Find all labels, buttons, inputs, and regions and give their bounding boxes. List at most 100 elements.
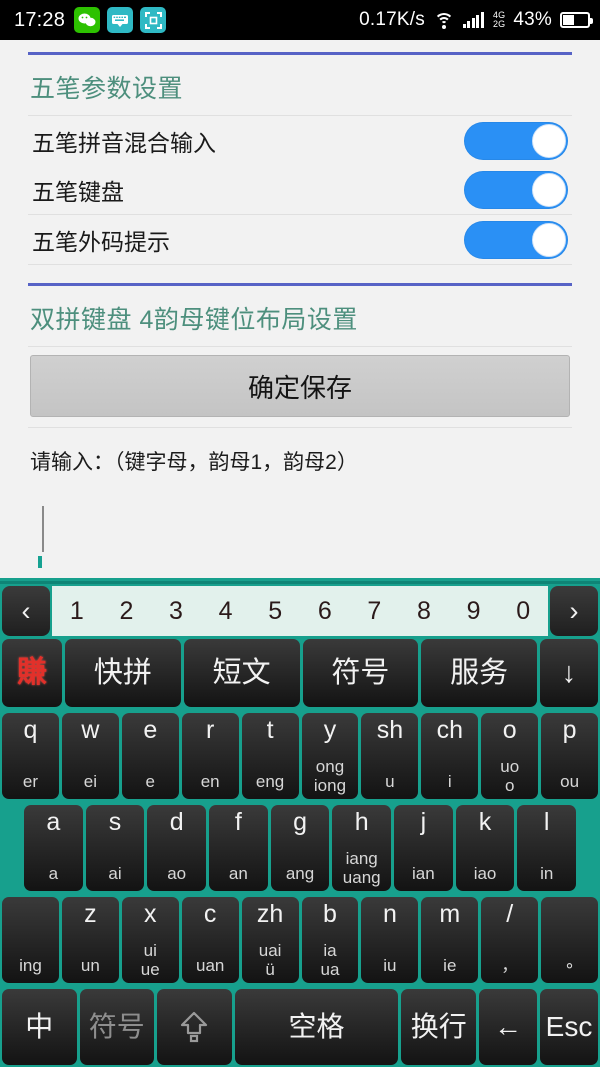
lang-key[interactable]: 中: [2, 989, 77, 1065]
key-k[interactable]: k iao: [455, 805, 515, 891]
key-main-label: a: [46, 808, 61, 836]
number-key-7[interactable]: 7: [367, 597, 381, 626]
key-main-label: z: [84, 900, 97, 928]
number-key-6[interactable]: 6: [318, 597, 332, 626]
key-m[interactable]: m ie: [421, 897, 479, 983]
key-y[interactable]: y ong iong: [301, 713, 359, 799]
space-key[interactable]: 空格: [234, 989, 399, 1065]
number-key-8[interactable]: 8: [417, 597, 431, 626]
duanwen-key[interactable]: 短文: [183, 639, 300, 707]
key-a[interactable]: aa: [24, 805, 83, 891]
app-screen: 17:28 0.17K/s 4G 2G 43% 五笔参数设置 五笔拼音混合输入 …: [0, 0, 600, 1067]
key-w[interactable]: w ei: [61, 713, 119, 799]
key-x[interactable]: x ui ue: [121, 897, 179, 983]
backspace-key[interactable]: ←: [479, 989, 537, 1065]
candidate-bar: ‹ 1 2 3 4 5 6 7 8 9 0 ›: [0, 586, 600, 636]
key-ing[interactable]: ing: [2, 897, 59, 983]
fuhao-key[interactable]: 符号: [302, 639, 419, 707]
keyboard-top-border: [0, 581, 600, 584]
row-label: 五笔键盘: [32, 178, 124, 205]
key-sub-label: e: [145, 771, 155, 791]
key-zh[interactable]: zh uai ü: [241, 897, 299, 983]
key-main-label: /: [506, 900, 514, 928]
section1-title: 五笔参数设置: [30, 75, 184, 103]
number-key-4[interactable]: 4: [219, 597, 233, 626]
key-b[interactable]: b ia ua: [301, 897, 359, 983]
key-sub-label: iao: [473, 863, 497, 883]
number-key-0[interactable]: 0: [516, 597, 530, 626]
key-label: 中: [25, 1011, 54, 1043]
key-s[interactable]: s ai: [85, 805, 145, 891]
key-sub-label: ou: [560, 771, 580, 791]
row-label: 五笔拼音混合输入: [32, 129, 216, 156]
key-e[interactable]: ee: [121, 713, 179, 799]
key-main-label: s: [108, 808, 122, 836]
save-button[interactable]: 确定保存: [30, 355, 570, 417]
key-g[interactable]: g ang: [270, 805, 330, 891]
layout-input-field[interactable]: [30, 502, 570, 568]
key-z[interactable]: z un: [61, 897, 119, 983]
key-sub-label: ang: [285, 863, 315, 883]
key-sh[interactable]: sh u: [361, 713, 419, 799]
key-main-label: sh: [376, 716, 404, 744]
key-k9[interactable]: ∘: [541, 897, 599, 983]
key-c[interactable]: c uan: [181, 897, 239, 983]
ime-logo-key[interactable]: 賺: [2, 639, 62, 707]
kuaipin-key[interactable]: 快拼: [65, 639, 181, 707]
shift-icon: [179, 1010, 209, 1044]
key-t[interactable]: t eng: [241, 713, 299, 799]
next-page-button[interactable]: ›: [550, 586, 598, 636]
status-bar: 17:28 0.17K/s 4G 2G 43%: [0, 0, 600, 40]
key-label: 符号: [88, 1011, 145, 1043]
key-l[interactable]: l in: [517, 805, 577, 891]
key-main-label: w: [81, 716, 100, 744]
key-q[interactable]: q er: [2, 713, 59, 799]
number-key-3[interactable]: 3: [169, 597, 183, 626]
key-d[interactable]: d ao: [147, 805, 207, 891]
key-p[interactable]: p ou: [541, 713, 599, 799]
setting-row-wubi-pinyin-mixed[interactable]: 五笔拼音混合输入: [0, 116, 600, 165]
cursor-anchor-handle[interactable]: [38, 556, 42, 568]
key-label: 换行: [410, 1011, 467, 1043]
enter-key[interactable]: 换行: [401, 989, 476, 1065]
number-key-5[interactable]: 5: [268, 597, 282, 626]
key-sub-label: ong iong: [313, 757, 347, 795]
setting-row-wubi-keyboard[interactable]: 五笔键盘: [0, 165, 600, 214]
setting-row-wubi-code-hint[interactable]: 五笔外码提示: [0, 215, 600, 264]
key-h[interactable]: h iang uang: [332, 805, 392, 891]
key-ch[interactable]: ch i: [421, 713, 479, 799]
prev-page-button[interactable]: ‹: [2, 586, 50, 636]
number-strip[interactable]: 1 2 3 4 5 6 7 8 9 0: [52, 586, 548, 636]
divider: [28, 346, 572, 347]
key-sub-label: iang uang: [342, 849, 381, 887]
toggle-switch[interactable]: [464, 121, 568, 160]
key-sub-label: ia ua: [320, 941, 340, 979]
wifi-icon: [433, 12, 455, 29]
signal-bars-icon: [462, 12, 484, 28]
hide-keyboard-key[interactable]: ↓: [540, 639, 598, 707]
battery-icon: [560, 12, 593, 28]
key-o[interactable]: o uo o: [481, 713, 539, 799]
key-sub-label: an: [228, 863, 248, 883]
toggle-switch[interactable]: [464, 220, 568, 259]
key-sub-label: eng: [255, 771, 285, 791]
key-k8[interactable]: /，: [481, 897, 539, 983]
input-underline: [30, 562, 570, 564]
key-sub-label: u: [385, 771, 395, 791]
esc-key[interactable]: Esc: [540, 989, 598, 1065]
number-key-9[interactable]: 9: [467, 597, 481, 626]
number-key-1[interactable]: 1: [70, 597, 84, 626]
key-j[interactable]: j ian: [394, 805, 453, 891]
toggle-switch[interactable]: [464, 170, 568, 209]
shift-key[interactable]: [157, 989, 232, 1065]
key-main-label: g: [293, 808, 307, 836]
key-sub-label: i: [447, 771, 452, 791]
key-f[interactable]: f an: [209, 805, 268, 891]
key-n[interactable]: n iu: [361, 897, 419, 983]
symbol-key[interactable]: 符号: [79, 989, 155, 1065]
key-r[interactable]: r en: [181, 713, 239, 799]
fuwu-key[interactable]: 服务: [421, 639, 537, 707]
number-key-2[interactable]: 2: [119, 597, 133, 626]
key-main-label: p: [562, 716, 577, 744]
keyboard-row-1: q er w ei e e r en t eng y ong iong sh u ch i o uo o p ou: [0, 710, 600, 802]
